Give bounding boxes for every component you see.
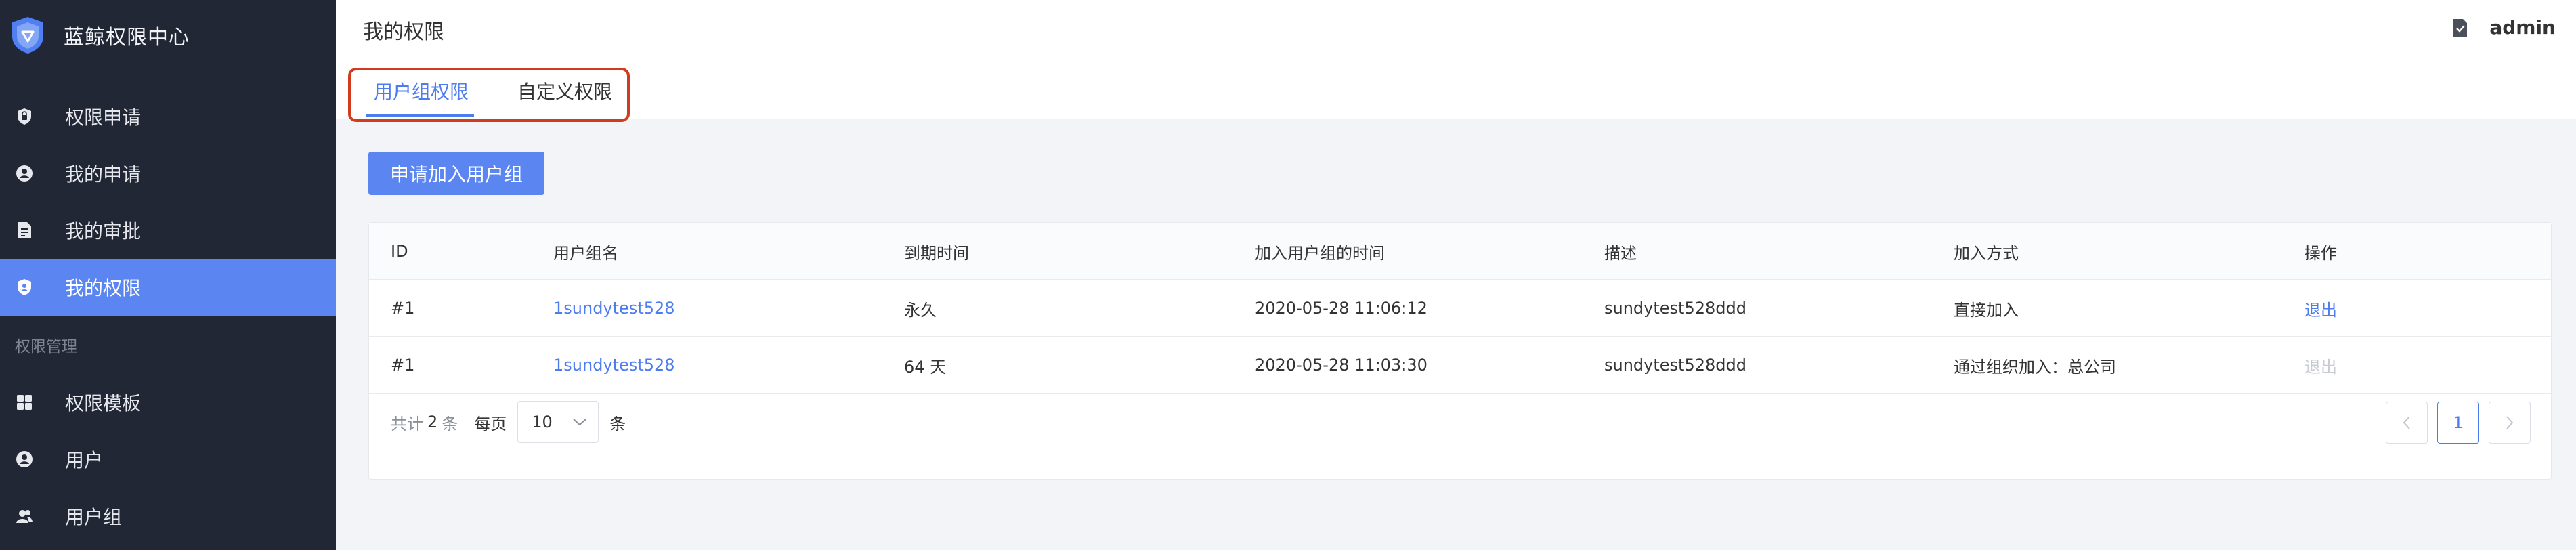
cell-expire: 64 天 xyxy=(904,357,947,377)
sidebar-item-users[interactable]: 用户 xyxy=(0,431,336,488)
sidebar-group-title: 权限管理 xyxy=(15,338,77,356)
grid-icon xyxy=(15,393,34,412)
column-header: 操作 xyxy=(2304,243,2337,263)
column-header: 用户组名 xyxy=(553,243,618,263)
sidebar-nav: 权限申请 我的申请 我的审批 我的权限 权限管理 权限模板 用户 用户组 xyxy=(0,88,336,545)
group-name-link[interactable]: 1sundytest528 xyxy=(553,280,675,337)
per-page-value: 10 xyxy=(532,412,553,431)
shield-lock-icon xyxy=(15,107,34,126)
chevron-down-icon xyxy=(572,417,587,427)
tab-user-group-permissions[interactable]: 用户组权限 xyxy=(374,77,469,104)
sidebar-item-permission-templates[interactable]: 权限模板 xyxy=(0,374,336,431)
total-count: 2 xyxy=(427,412,438,431)
prev-page-button[interactable] xyxy=(2386,402,2428,444)
apply-join-group-button[interactable]: 申请加入用户组 xyxy=(368,152,544,195)
shield-logo-icon xyxy=(9,16,46,55)
active-tab-indicator xyxy=(366,114,474,117)
cell-joined-time: 2020-05-28 11:06:12 xyxy=(1255,299,1427,318)
cell-join-method: 通过组织加入：总公司 xyxy=(1954,357,2116,377)
next-page-button[interactable] xyxy=(2489,402,2531,444)
permissions-table-card: ID 用户组名 到期时间 加入用户组的时间 描述 加入方式 操作 #1 1sun… xyxy=(368,222,2552,480)
cell-description: sundytest528ddd xyxy=(1604,356,1746,375)
sidebar-item-my-permissions[interactable]: 我的权限 xyxy=(0,259,336,316)
column-header: 到期时间 xyxy=(904,243,969,263)
column-header: 描述 xyxy=(1604,243,1637,263)
cell-id: #1 xyxy=(391,299,415,318)
page-header: 我的权限 admin 用户组权限 自定义权限 xyxy=(336,0,2576,122)
column-header: 加入方式 xyxy=(1954,243,2019,263)
cell-description: sundytest528ddd xyxy=(1604,299,1746,318)
page-button-current[interactable]: 1 xyxy=(2437,402,2479,444)
table-header-row: ID 用户组名 到期时间 加入用户组的时间 描述 加入方式 操作 xyxy=(369,223,2551,280)
brand[interactable]: 蓝鲸权限中心 xyxy=(0,0,336,70)
sidebar-item-my-approvals[interactable]: 我的审批 xyxy=(0,202,336,259)
users-icon xyxy=(15,507,34,526)
column-header: ID xyxy=(391,242,408,261)
user-name[interactable]: admin xyxy=(2489,16,2556,39)
column-header: 加入用户组的时间 xyxy=(1255,243,1385,263)
table-row: #1 1sundytest528 永久 2020-05-28 11:06:12 … xyxy=(369,280,2551,337)
page-title: 我的权限 xyxy=(363,20,444,44)
tab-custom-permissions[interactable]: 自定义权限 xyxy=(517,77,612,104)
shield-user-icon xyxy=(15,278,34,297)
sidebar: 蓝鲸权限中心 权限申请 我的申请 我的审批 我的权限 权限管理 权限模板 用户 … xyxy=(0,0,336,550)
exit-group-link-disabled: 退出 xyxy=(2304,357,2337,377)
per-page-prefix: 每页 xyxy=(474,414,507,433)
exit-group-link[interactable]: 退出 xyxy=(2304,280,2337,337)
user-icon xyxy=(15,450,34,469)
sidebar-item-label: 权限申请 xyxy=(65,106,142,129)
sidebar-item-label: 用户组 xyxy=(65,506,123,528)
cell-id: #1 xyxy=(391,356,415,375)
group-name-link[interactable]: 1sundytest528 xyxy=(553,337,675,394)
document-check-icon[interactable] xyxy=(2451,18,2469,37)
document-icon xyxy=(15,221,34,240)
chevron-right-icon xyxy=(2505,415,2514,430)
chevron-left-icon xyxy=(2402,415,2411,430)
sidebar-item-label: 我的申请 xyxy=(65,163,142,186)
sidebar-item-label: 我的审批 xyxy=(65,220,142,242)
user-menu[interactable]: admin xyxy=(2451,16,2556,39)
pagination-summary: 共计 2 条 每页 10 条 xyxy=(391,394,626,450)
cell-expire: 永久 xyxy=(904,300,937,320)
cell-joined-time: 2020-05-28 11:03:30 xyxy=(1255,356,1427,375)
sidebar-item-permission-apply[interactable]: 权限申请 xyxy=(0,88,336,145)
per-page-suffix: 条 xyxy=(609,414,626,433)
sidebar-item-my-applications[interactable]: 我的申请 xyxy=(0,145,336,202)
cell-join-method: 直接加入 xyxy=(1954,300,2019,320)
table-row: #1 1sundytest528 64 天 2020-05-28 11:03:3… xyxy=(369,337,2551,394)
sidebar-item-label: 权限模板 xyxy=(65,392,142,415)
user-circle-icon xyxy=(15,164,34,183)
total-suffix: 条 xyxy=(442,414,458,433)
sidebar-item-label: 用户 xyxy=(65,449,104,471)
sidebar-item-label: 我的权限 xyxy=(65,277,142,299)
per-page-select[interactable]: 10 xyxy=(517,401,599,443)
total-prefix: 共计 xyxy=(391,414,423,433)
sidebar-item-user-groups[interactable]: 用户组 xyxy=(0,488,336,545)
brand-title: 蓝鲸权限中心 xyxy=(64,25,190,49)
pagination: 1 xyxy=(2376,402,2531,444)
